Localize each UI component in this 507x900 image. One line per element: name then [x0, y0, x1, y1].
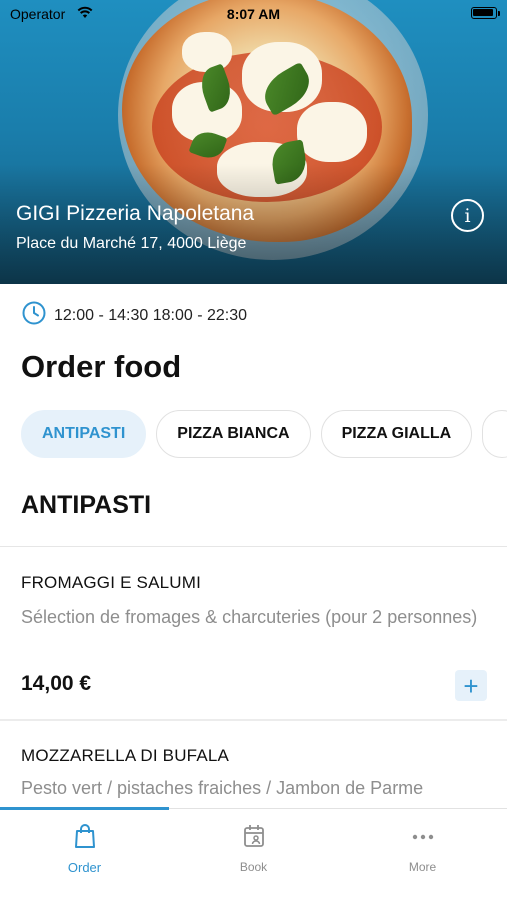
- hours-text: 12:00 - 14:30 18:00 - 22:30: [54, 306, 248, 324]
- category-chip-antipasti[interactable]: ANTIPASTI: [21, 410, 147, 458]
- tab-label: Book: [239, 860, 268, 874]
- bag-icon: [73, 823, 97, 854]
- battery-icon: [471, 7, 497, 19]
- divider: [0, 546, 507, 547]
- clock-icon: [22, 301, 46, 330]
- active-tab-indicator: [0, 807, 169, 810]
- tab-book[interactable]: Book: [169, 823, 338, 874]
- item-name: FROMAGGI E SALUMI: [21, 573, 202, 592]
- tab-label: More: [408, 860, 437, 874]
- restaurant-name: GIGI Pizzeria Napoletana: [16, 202, 255, 225]
- opening-hours: 12:00 - 14:30 18:00 - 22:30: [22, 301, 247, 330]
- status-time: 8:07 AM: [226, 6, 281, 22]
- restaurant-address: Place du Marché 17, 4000 Liège: [16, 235, 247, 252]
- status-bar: Operator 8:07 AM: [0, 0, 507, 28]
- category-chip-next[interactable]: [482, 410, 507, 458]
- item-name: MOZZARELLA DI BUFALA: [21, 746, 230, 765]
- category-chip-pizza-gialla[interactable]: PIZZA GIALLA: [320, 410, 473, 458]
- category-tabs: ANTIPASTI PIZZA BIANCA PIZZA GIALLA: [21, 410, 507, 458]
- add-item-button[interactable]: +: [455, 670, 487, 701]
- more-icon: [410, 823, 436, 854]
- info-button[interactable]: i: [451, 199, 484, 232]
- category-chip-pizza-bianca[interactable]: PIZZA BIANCA: [156, 410, 311, 458]
- item-description: Sélection de fromages & charcuteries (po…: [21, 607, 478, 627]
- info-icon: i: [464, 204, 471, 227]
- bottom-tab-bar: Order Book More: [0, 807, 507, 900]
- hero-banner: Operator 8:07 AM GIGI Pizzeria Napoletan…: [0, 0, 507, 284]
- item-price: 14,00 €: [21, 672, 92, 695]
- plus-icon: +: [463, 670, 479, 701]
- menu-item[interactable]: MOZZARELLA DI BUFALA Pesto vert / pistac…: [21, 746, 491, 803]
- tab-order[interactable]: Order: [0, 823, 169, 875]
- menu-item[interactable]: FROMAGGI E SALUMI Sélection de fromages …: [21, 573, 491, 632]
- page-title: Order food: [21, 349, 182, 384]
- section-title: ANTIPASTI: [21, 491, 152, 519]
- tab-label: Order: [67, 860, 102, 875]
- divider: [0, 719, 507, 721]
- tab-more[interactable]: More: [338, 823, 507, 874]
- calendar-icon: [242, 823, 266, 854]
- item-description: Pesto vert / pistaches fraiches / Jambon…: [21, 778, 424, 798]
